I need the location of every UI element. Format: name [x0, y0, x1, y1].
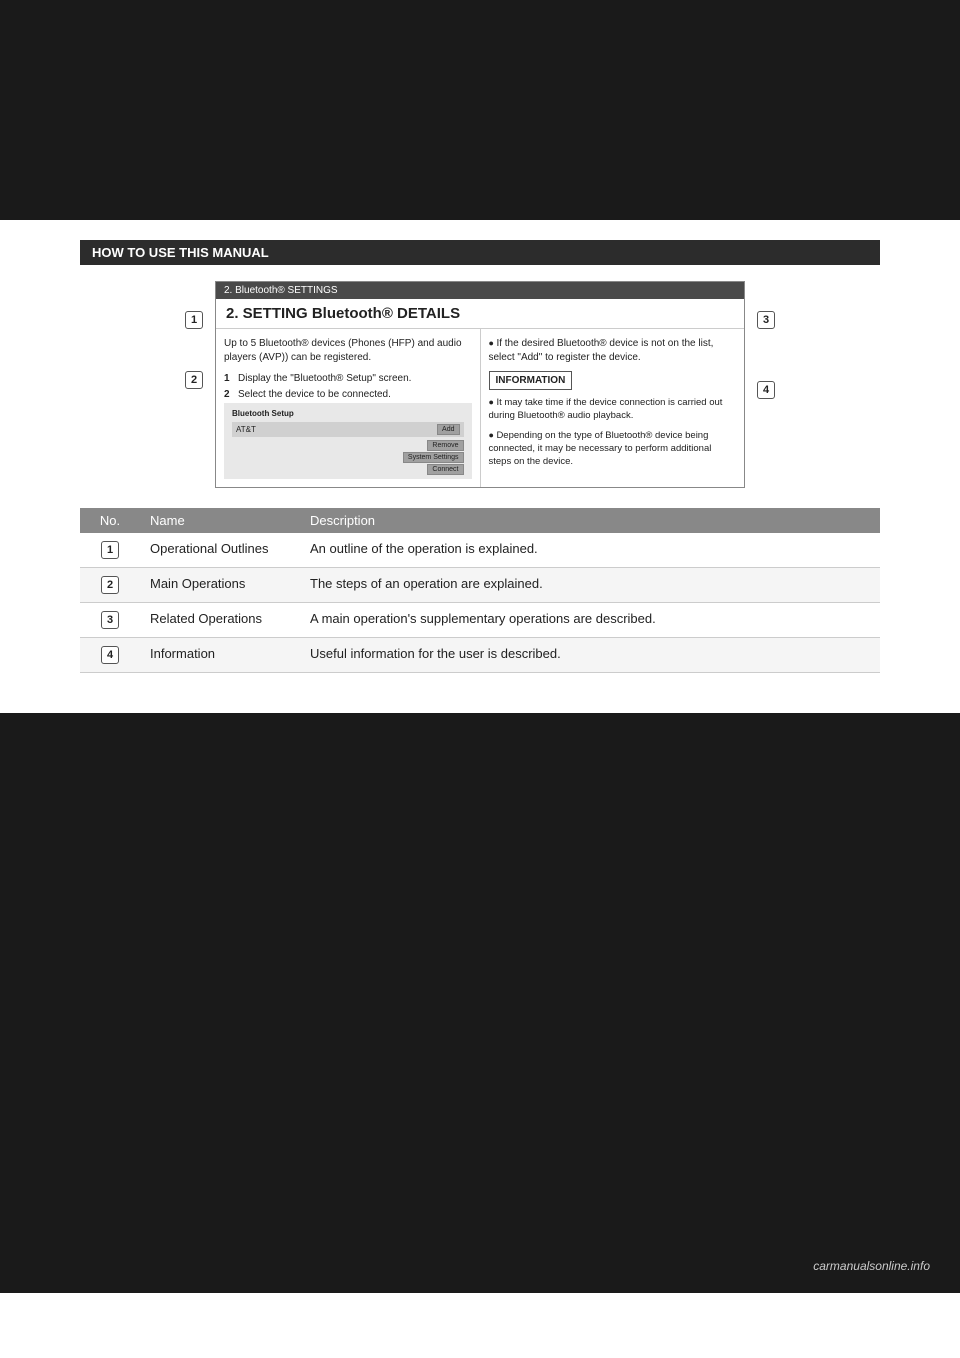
- callout-1-badge: 1: [185, 311, 203, 329]
- row1-name: Operational Outlines: [140, 533, 300, 568]
- screen-left-panel: Up to 5 Bluetooth® devices (Phones (HFP)…: [216, 329, 481, 487]
- screen-right-panel: If the desired Bluetooth® device is not …: [481, 329, 745, 487]
- row4-no: 4: [80, 638, 140, 673]
- col-description: Description: [300, 508, 880, 533]
- screen-top-bar: 2. Bluetooth® SETTINGS: [216, 282, 744, 299]
- section-header: HOW TO USE THIS MANUAL: [80, 240, 880, 265]
- table-row: 2 Main Operations The steps of an operat…: [80, 568, 880, 603]
- step-2: 2 Select the device to be connected.: [224, 387, 472, 403]
- bottom-decorative-bar: carmanualsonline.info: [0, 713, 960, 1293]
- row4-badge: 4: [101, 646, 119, 664]
- watermark: carmanualsonline.info: [813, 1259, 930, 1273]
- right-bullet-1: If the desired Bluetooth® device is not …: [489, 337, 737, 365]
- screen-body: Up to 5 Bluetooth® devices (Phones (HFP)…: [216, 329, 744, 487]
- row1-no: 1: [80, 533, 140, 568]
- info-content: It may take time if the device connectio…: [489, 396, 737, 468]
- row2-badge: 2: [101, 576, 119, 594]
- sim-device-row: AT&T Add: [232, 422, 464, 437]
- row3-badge: 3: [101, 611, 119, 629]
- info-table: No. Name Description 1 Operational Outli…: [80, 508, 880, 673]
- row3-desc: A main operation's supplementary operati…: [300, 603, 880, 638]
- table-header: No. Name Description: [80, 508, 880, 533]
- section-header-label: HOW TO USE THIS MANUAL: [92, 245, 269, 260]
- screen-top-label: 2. Bluetooth® SETTINGS: [224, 285, 338, 296]
- right-info-1: It may take time if the device connectio…: [489, 396, 737, 423]
- sim-remove-btn[interactable]: Remove: [427, 440, 463, 451]
- sim-setup-label: Bluetooth Setup: [232, 409, 464, 418]
- screen-title: 2. SETTING Bluetooth® DETAILS: [216, 299, 744, 329]
- diagram-inner: 1 2 3 4 2. Bluetooth® SETTINGS: [215, 281, 745, 488]
- step-2-text: Select the device to be connected.: [238, 387, 391, 403]
- table-row: 1 Operational Outlines An outline of the…: [80, 533, 880, 568]
- row4-name: Information: [140, 638, 300, 673]
- row2-desc: The steps of an operation are explained.: [300, 568, 880, 603]
- row1-desc: An outline of the operation is explained…: [300, 533, 880, 568]
- table-row: 3 Related Operations A main operation's …: [80, 603, 880, 638]
- diagram-container: 1 2 3 4 2. Bluetooth® SETTINGS: [80, 281, 880, 488]
- row4-desc: Useful information for the user is descr…: [300, 638, 880, 673]
- sim-device-name: AT&T: [236, 425, 256, 434]
- row2-no: 2: [80, 568, 140, 603]
- row3-name: Related Operations: [140, 603, 300, 638]
- info-box-label: INFORMATION: [489, 371, 573, 390]
- table-row: 4 Information Useful information for the…: [80, 638, 880, 673]
- page-wrapper: HOW TO USE THIS MANUAL 1 2 3 4: [0, 0, 960, 1358]
- row1-badge: 1: [101, 541, 119, 559]
- screen-steps: 1 Display the "Bluetooth® Setup" screen.…: [224, 371, 472, 403]
- screen-mockup: 2. Bluetooth® SETTINGS 2. SETTING Blueto…: [215, 281, 745, 488]
- row3-no: 3: [80, 603, 140, 638]
- callout-4-badge: 4: [757, 381, 775, 399]
- callout-3-badge: 3: [757, 311, 775, 329]
- row2-name: Main Operations: [140, 568, 300, 603]
- sim-add-btn[interactable]: Add: [437, 424, 459, 435]
- top-decorative-bar: [0, 0, 960, 220]
- step-1-text: Display the "Bluetooth® Setup" screen.: [238, 371, 411, 387]
- screen-device-sim: Bluetooth Setup AT&T Add Remove System S…: [224, 403, 472, 479]
- right-info-2: Depending on the type of Bluetooth® devi…: [489, 429, 737, 469]
- content-area: HOW TO USE THIS MANUAL 1 2 3 4: [0, 220, 960, 713]
- callout-2-badge: 2: [185, 371, 203, 389]
- sim-connect-btn[interactable]: Connect: [427, 464, 463, 475]
- col-name: Name: [140, 508, 300, 533]
- left-paragraph: Up to 5 Bluetooth® devices (Phones (HFP)…: [224, 337, 472, 365]
- col-no: No.: [80, 508, 140, 533]
- table-body: 1 Operational Outlines An outline of the…: [80, 533, 880, 673]
- sim-system-btn[interactable]: System Settings: [403, 452, 464, 463]
- step-1: 1 Display the "Bluetooth® Setup" screen.: [224, 371, 472, 387]
